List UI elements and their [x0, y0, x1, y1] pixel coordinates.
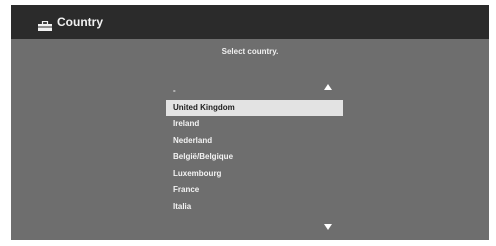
- country-screen: Country Select country. - United Kingdom…: [11, 5, 489, 240]
- list-item[interactable]: Ireland: [166, 116, 343, 133]
- list-item-selected[interactable]: United Kingdom: [166, 99, 343, 116]
- list-item[interactable]: België/Belgique: [166, 149, 343, 166]
- list-item[interactable]: Italia: [166, 199, 343, 216]
- list-item[interactable]: Nederland: [166, 133, 343, 150]
- select-country-prompt: Select country.: [221, 47, 279, 56]
- triangle-down-icon[interactable]: [324, 217, 332, 230]
- country-list: - United Kingdom Ireland Nederland Belgi…: [166, 83, 343, 215]
- suitcase-icon: [38, 18, 52, 31]
- list-item[interactable]: Luxembourg: [166, 166, 343, 183]
- list-item[interactable]: France: [166, 182, 343, 199]
- list-item[interactable]: -: [166, 83, 343, 100]
- page-title: Country: [57, 15, 103, 29]
- header-bar: Country: [11, 5, 489, 39]
